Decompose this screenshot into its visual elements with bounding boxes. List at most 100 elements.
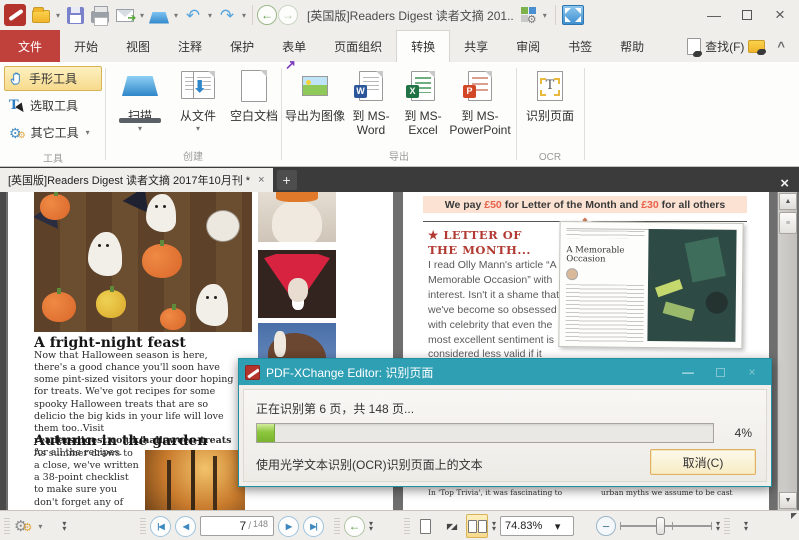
- customize-toolbars-icon[interactable]: ⚙: [521, 7, 538, 24]
- statusbar-overflow-left[interactable]: ▾▾: [62, 521, 66, 531]
- find-in-document-icon[interactable]: [687, 38, 701, 55]
- tab-file[interactable]: 文件: [0, 30, 60, 62]
- fit-page-view-button[interactable]: ◤◢: [440, 514, 462, 538]
- page-number-input[interactable]: 7 / 148: [200, 516, 274, 536]
- select-tool-icon: T: [9, 98, 25, 113]
- tab-organize[interactable]: 页面组织: [320, 30, 396, 62]
- statusbar-corner-grip: [791, 513, 797, 519]
- statusbar-overflow-right[interactable]: ▾▾: [744, 521, 748, 531]
- scan-quick-button[interactable]: [147, 3, 171, 27]
- export-image-button[interactable]: ↗ 导出为图像: [284, 66, 346, 154]
- next-page-button[interactable]: ▶: [278, 516, 299, 537]
- tab-view[interactable]: 视图: [112, 30, 164, 62]
- maximize-button[interactable]: [732, 3, 762, 27]
- tools-group: 手形工具 T 选取工具 ⚙⚙ 其它工具 ▾ 工具: [2, 64, 104, 168]
- redo-button[interactable]: ↷: [215, 3, 239, 27]
- scan-dropdown-caret[interactable]: ▾: [172, 11, 180, 20]
- other-tools-button[interactable]: ⚙⚙ 其它工具 ▾: [4, 120, 102, 145]
- two-page-view-button[interactable]: [466, 514, 488, 538]
- scroll-up-button[interactable]: ▲: [779, 193, 797, 210]
- zoom-level-combobox[interactable]: 74.83% ▾: [500, 516, 574, 536]
- statusbar-overflow-zoom[interactable]: ▾▾: [716, 521, 720, 531]
- undo-button[interactable]: ↶: [181, 3, 205, 27]
- tab-comment[interactable]: 注释: [164, 30, 216, 62]
- to-word-button[interactable]: W 到 MS-Word: [346, 66, 396, 154]
- select-tool-button[interactable]: T 选取工具: [4, 93, 102, 118]
- email-icon: ➔: [116, 9, 134, 22]
- dialog-close-button[interactable]: ×: [739, 365, 765, 379]
- zoom-slider[interactable]: [620, 516, 712, 536]
- dialog-minimize-button[interactable]: —: [675, 365, 701, 379]
- to-excel-label: 到 MS-Excel: [398, 110, 448, 138]
- tab-help[interactable]: 帮助: [606, 30, 658, 62]
- cancel-button[interactable]: 取消(C): [650, 449, 756, 475]
- tab-convert[interactable]: 转换: [396, 30, 450, 62]
- redo-dropdown-caret[interactable]: ▾: [240, 11, 248, 20]
- fullscreen-mode-button[interactable]: [562, 5, 584, 25]
- from-file-button[interactable]: ⬇ 从文件 ▾: [170, 66, 226, 154]
- first-page-button[interactable]: |◀: [150, 516, 171, 537]
- collapse-ribbon-button[interactable]: ^: [769, 39, 793, 54]
- zoom-out-button[interactable]: −: [596, 516, 616, 536]
- gear-wrench-icon: ⚙⚙: [9, 126, 26, 140]
- statusbar-overflow-nav[interactable]: ▾▾: [369, 521, 373, 531]
- zoom-slider-thumb[interactable]: [656, 517, 665, 535]
- scan-button[interactable]: 扫描 ▾: [112, 66, 168, 154]
- vertical-scrollbar[interactable]: ▲ ≡ ▼: [777, 192, 797, 510]
- article-paragraph-2: As summer draws to a close, we've writte…: [34, 448, 140, 510]
- scan-caret: ▾: [136, 124, 144, 133]
- autumn-garden-photo: [145, 450, 245, 510]
- tab-protect[interactable]: 保护: [216, 30, 268, 62]
- close-button[interactable]: ×: [765, 3, 795, 27]
- search-in-files-icon[interactable]: [748, 40, 765, 53]
- scrollbar-thumb[interactable]: ≡: [779, 212, 797, 234]
- statusbar-options-icon[interactable]: ⚙⚙: [14, 519, 32, 534]
- single-page-view-button[interactable]: [414, 514, 436, 538]
- statusbar-options-caret[interactable]: ▾: [36, 522, 44, 531]
- ocr-progress-percent: 4%: [735, 426, 752, 440]
- statusbar-grip-2: [140, 518, 146, 534]
- new-tab-button[interactable]: +: [277, 170, 297, 190]
- blank-document-button[interactable]: 空白文档: [226, 66, 282, 154]
- pdf-xchange-editor-window: ▾ ➔ ▾ ▾ ↶ ▾ ↷ ▾ ← → [英国版]Readers Digest …: [0, 0, 799, 540]
- from-file-icon: ⬇: [181, 71, 215, 101]
- history-back-button[interactable]: ←: [257, 5, 277, 25]
- email-dropdown-caret[interactable]: ▾: [138, 11, 146, 20]
- minimize-button[interactable]: —: [699, 3, 729, 27]
- dialog-titlebar[interactable]: PDF-XChange Editor: 识别页面 — ×: [239, 359, 771, 385]
- tab-review[interactable]: 审阅: [502, 30, 554, 62]
- save-button[interactable]: [63, 3, 87, 27]
- statusbar-grip-4: [404, 518, 410, 534]
- customize-dropdown-caret[interactable]: ▾: [541, 11, 549, 20]
- tab-share[interactable]: 共享: [450, 30, 502, 62]
- tab-bookmarks[interactable]: 书签: [554, 30, 606, 62]
- to-excel-button[interactable]: X 到 MS-Excel: [398, 66, 448, 154]
- export-image-label: 导出为图像: [285, 110, 345, 124]
- ocr-icon: T: [537, 71, 563, 101]
- export-group-label: 导出: [284, 148, 514, 163]
- open-button[interactable]: [29, 3, 53, 27]
- previous-page-button[interactable]: ◀: [175, 516, 196, 537]
- dialog-maximize-button[interactable]: [707, 368, 733, 377]
- find-label[interactable]: 查找(F): [705, 38, 744, 55]
- history-forward-button[interactable]: →: [278, 5, 298, 25]
- ocr-pages-button[interactable]: T 识别页面: [520, 66, 580, 154]
- open-dropdown-caret[interactable]: ▾: [54, 11, 62, 20]
- close-document-button[interactable]: ×: [770, 175, 799, 192]
- print-button[interactable]: [88, 3, 112, 27]
- document-tab-active[interactable]: [英国版]Readers Digest 读者文摘 2017年10月刊 * ×: [0, 168, 273, 192]
- to-powerpoint-button[interactable]: P 到 MS-PowerPoint: [448, 66, 512, 154]
- tab-home[interactable]: 开始: [60, 30, 112, 62]
- document-tab-close-icon[interactable]: ×: [258, 174, 264, 186]
- last-page-button[interactable]: ▶|: [303, 516, 324, 537]
- scroll-down-button[interactable]: ▼: [779, 492, 797, 509]
- email-button[interactable]: ➔: [113, 3, 137, 27]
- powerpoint-icon: P: [468, 71, 492, 101]
- redo-icon: ↷: [220, 7, 234, 24]
- ocr-progress-dialog: PDF-XChange Editor: 识别页面 — × 正在识别第 6 页，共…: [238, 358, 772, 487]
- hand-tool-button[interactable]: 手形工具: [4, 66, 102, 91]
- undo-dropdown-caret[interactable]: ▾: [206, 11, 214, 20]
- statusbar-overflow-view[interactable]: ▾▾: [492, 521, 496, 531]
- previous-view-button[interactable]: ←: [344, 516, 365, 537]
- create-group-label: 创建: [106, 148, 280, 163]
